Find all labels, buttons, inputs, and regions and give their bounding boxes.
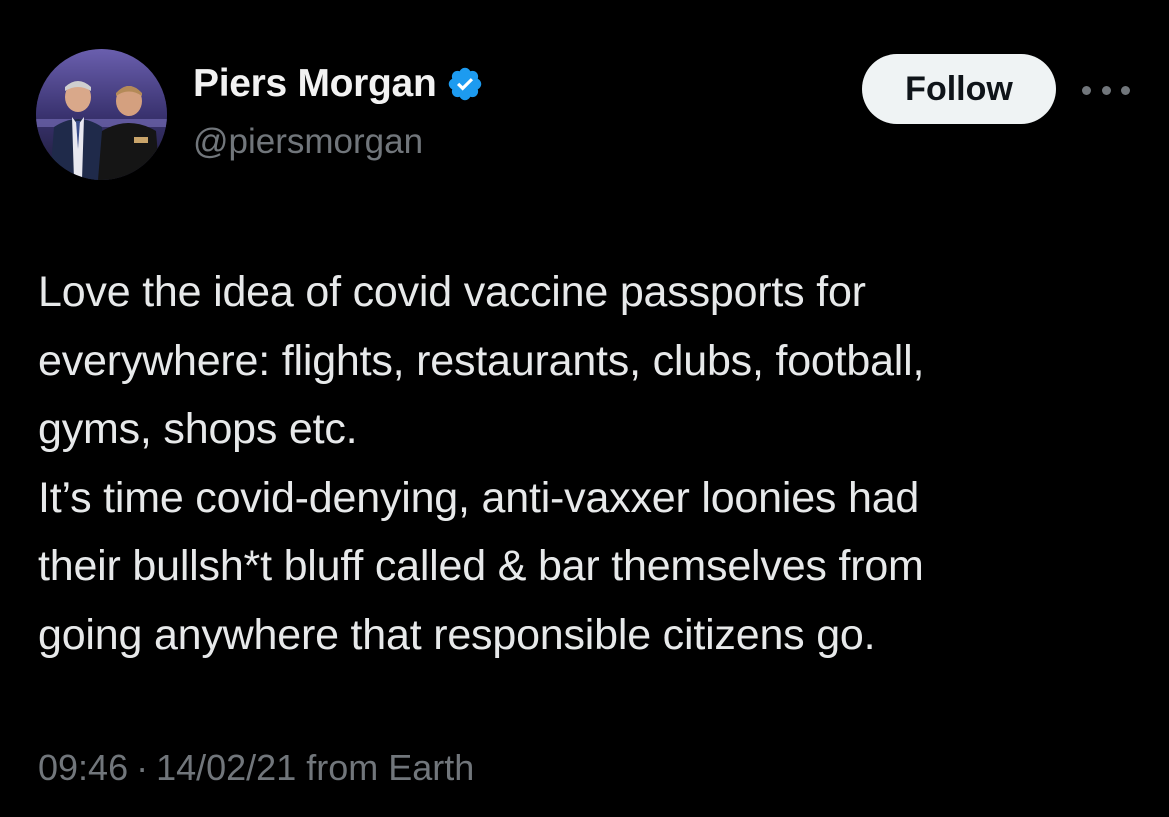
tweet-time[interactable]: 09:46 [38, 747, 128, 788]
tweet-metadata: 09:46 · 14/02/21 from Earth [38, 750, 474, 786]
tweet-date[interactable]: 14/02/21 [156, 747, 296, 788]
avatar[interactable] [36, 49, 167, 180]
verified-badge-icon [449, 67, 482, 100]
tweet-text-line: their bullsh*t bluff called & bar themse… [38, 542, 924, 590]
author-handle[interactable]: @piersmorgan [193, 124, 423, 159]
more-horizontal-icon[interactable] [1082, 80, 1130, 100]
tweet-text-line: going anywhere that responsible citizens… [38, 610, 876, 659]
author-name-row: Piers Morgan [193, 64, 484, 103]
author-display-name[interactable]: Piers Morgan [193, 64, 437, 103]
profile-photo [36, 49, 167, 180]
meta-separator: · [136, 747, 149, 788]
dot [1082, 85, 1091, 95]
tweet-text: Love the idea of covid vaccine passports… [38, 258, 1138, 669]
tweet-text-line: gyms, shops etc. [38, 405, 358, 453]
tweet-source: from Earth [306, 747, 475, 788]
tweet-text-line: Love the idea of covid vaccine passports… [38, 268, 866, 316]
dot [1121, 85, 1130, 95]
tweet-text-line: It’s time covid-denying, anti-vaxxer loo… [38, 473, 920, 522]
tweet-text-line: everywhere: flights, restaurants, clubs,… [38, 336, 925, 385]
follow-button[interactable]: Follow [862, 54, 1056, 124]
dot [1101, 85, 1111, 95]
